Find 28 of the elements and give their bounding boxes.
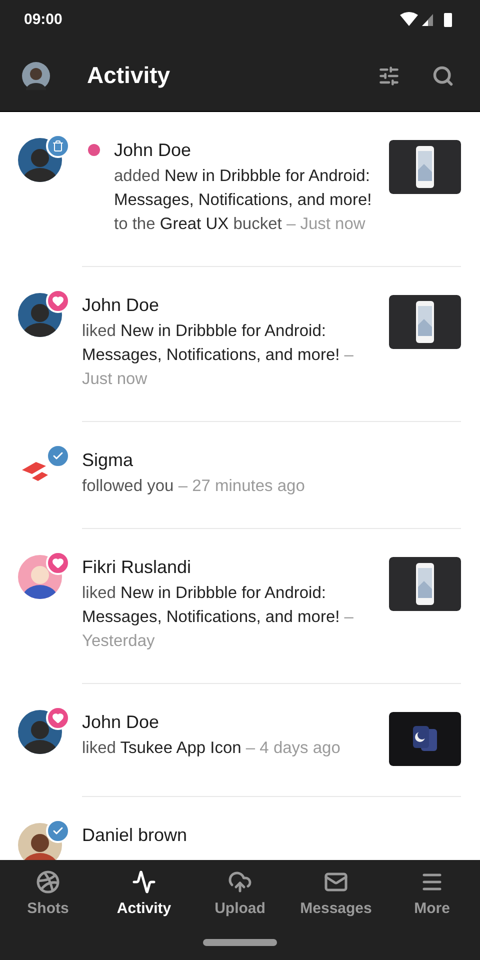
page-title: Activity: [87, 61, 172, 90]
ball-icon: [36, 870, 60, 894]
activity-item[interactable]: Fikri Ruslandi liked New in Dribbble for Android: Messages, Notifications, and more! – Yesterday: [0, 529, 480, 684]
upload-icon: [228, 870, 252, 894]
activity-text: liked New in Dribbble for Android: Messages, Notifications, and more! – Yesterday: [82, 583, 354, 652]
nav-tab[interactable]: More: [384, 870, 480, 920]
status-time: 09:00: [24, 10, 62, 30]
activity-item[interactable]: Sigma followed you – 27 minutes ago: [0, 422, 480, 529]
activity-text: liked New in Dribbble for Android: Messages, Notifications, and more! – Just now: [82, 321, 354, 390]
profile-avatar[interactable]: [22, 62, 50, 90]
activity-text: liked Tsukee App Icon – 4 days ago: [82, 738, 342, 759]
activity-item[interactable]: John Doe liked New in Dribbble for Android: Messages, Notifications, and more! – Just now: [0, 267, 480, 422]
user-name: Fikri Ruslandi: [82, 556, 192, 579]
user-name: John Doe: [82, 711, 160, 734]
nav-tab[interactable]: Activity: [96, 870, 192, 920]
pulse-icon: [132, 870, 156, 894]
nav-tab[interactable]: Shots: [0, 870, 96, 920]
activity-item[interactable]: John Doe added New in Dribbble for Android: Messages, Notifications, and more! to the Great UX bucket – Just now: [0, 112, 480, 267]
user-name: John Doe: [82, 294, 160, 317]
mail-icon: [324, 870, 348, 894]
nav-tab[interactable]: Messages: [288, 870, 384, 920]
user-name: John Doe: [114, 139, 192, 162]
user-name: Sigma: [82, 449, 134, 472]
activity-item[interactable]: John Doe liked Tsukee App Icon – 4 days ago: [0, 684, 480, 797]
user-name: Daniel brown: [82, 824, 188, 847]
nav-tab[interactable]: Upload: [192, 870, 288, 920]
activity-text: followed you – 27 minutes ago: [82, 476, 306, 497]
activity-text: added New in Dribbble for Android: Messages, Notifications, and more! to the Great UX bucket – Just now: [114, 166, 373, 235]
